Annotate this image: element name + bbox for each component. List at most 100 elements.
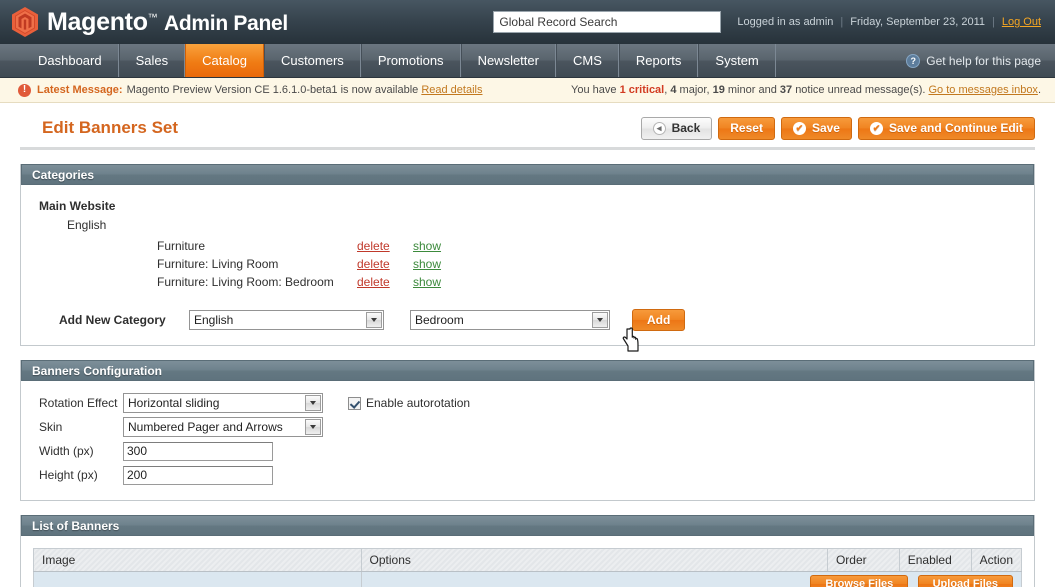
- enable-autorotation-field[interactable]: Enable autorotation: [348, 396, 470, 410]
- brand-tm: ™: [147, 12, 158, 24]
- reset-button-label: Reset: [730, 121, 763, 135]
- height-input[interactable]: [123, 465, 273, 485]
- header-divider: [20, 147, 1035, 150]
- rotation-effect-value: Horizontal sliding: [128, 396, 220, 410]
- save-button[interactable]: ✔ Save: [780, 116, 852, 140]
- category-delete-link[interactable]: delete: [357, 275, 413, 289]
- unread-messages-summary: You have 1 critical, 4 major, 19 minor a…: [571, 84, 1041, 96]
- list-of-banners-panel: List of Banners Image Options Order Enab…: [20, 515, 1035, 587]
- category-row: Furniture: Living Room: Bedroom delete s…: [39, 273, 1034, 291]
- save-and-continue-label: Save and Continue Edit: [888, 121, 1023, 135]
- page-title: Edit Banners Set: [42, 118, 179, 137]
- nav-item-sales[interactable]: Sales: [118, 44, 186, 77]
- category-show-link[interactable]: show: [413, 239, 441, 253]
- category-delete-link[interactable]: delete: [357, 257, 413, 271]
- category-select-value: Bedroom: [415, 313, 464, 327]
- nav-item-promotions[interactable]: Promotions: [360, 44, 461, 77]
- nav-item-newsletter[interactable]: Newsletter: [460, 44, 556, 77]
- check-icon: ✔: [792, 121, 806, 135]
- brand-title: Magento™ Admin Panel: [47, 8, 288, 37]
- banners-configuration-panel: Banners Configuration Rotation Effect Ho…: [20, 360, 1035, 501]
- column-header-image[interactable]: Image: [33, 548, 362, 572]
- latest-message-text: Magento Preview Version CE 1.6.1.0-beta1…: [126, 84, 419, 96]
- category-show-link[interactable]: show: [413, 257, 441, 271]
- categories-panel-body: Main Website English Furniture delete sh…: [21, 185, 1034, 345]
- language-select-value: English: [194, 313, 234, 327]
- nav-item-dashboard[interactable]: Dashboard: [22, 44, 119, 77]
- column-header-enabled[interactable]: Enabled: [899, 548, 972, 572]
- categories-panel: Categories Main Website English Furnitur…: [20, 164, 1035, 346]
- nav-item-cms[interactable]: CMS: [555, 44, 619, 77]
- current-date: Friday, September 23, 2011: [850, 16, 985, 28]
- question-mark-icon: ?: [906, 53, 921, 68]
- header-separator-1: |: [840, 16, 844, 28]
- page-header-row: Edit Banners Set ◂ Back Reset ✔ Save ✔ S…: [20, 103, 1035, 147]
- messages-inbox-link[interactable]: Go to messages inbox: [928, 84, 1037, 96]
- latest-message-bar: ! Latest Message: Magento Preview Versio…: [0, 78, 1055, 103]
- latest-message-label: Latest Message:: [37, 84, 123, 96]
- read-details-link[interactable]: Read details: [421, 84, 482, 96]
- category-row: Furniture: Living Room delete show: [39, 255, 1034, 273]
- get-help-link[interactable]: ? Get help for this page: [906, 44, 1055, 77]
- main-navigation: Dashboard Sales Catalog Customers Promot…: [0, 44, 1055, 78]
- enable-autorotation-label: Enable autorotation: [366, 396, 471, 410]
- skin-label: Skin: [39, 420, 63, 434]
- category-delete-link[interactable]: delete: [357, 239, 413, 253]
- browse-files-button[interactable]: Browse Files: [810, 575, 909, 587]
- save-and-continue-button[interactable]: ✔ Save and Continue Edit: [857, 116, 1035, 140]
- height-row: Height (px): [21, 464, 1034, 486]
- magento-logo-icon: [12, 7, 38, 37]
- rotation-effect-select[interactable]: Horizontal sliding: [123, 393, 323, 413]
- nav-item-customers[interactable]: Customers: [263, 44, 361, 77]
- nav-item-system[interactable]: System: [698, 44, 776, 77]
- category-tree: Main Website English Furniture delete sh…: [21, 185, 1034, 297]
- table-header-row: Image Options Order Enabled Action: [33, 548, 1022, 572]
- page-content: Edit Banners Set ◂ Back Reset ✔ Save ✔ S…: [0, 103, 1055, 587]
- column-header-action[interactable]: Action: [971, 548, 1022, 572]
- major-count: 4: [670, 84, 677, 96]
- category-name: Furniture: [157, 239, 206, 253]
- category-name: Furniture: Living Room: Bedroom: [157, 275, 334, 289]
- logout-link[interactable]: Log Out: [1002, 16, 1041, 28]
- nav-item-catalog[interactable]: Catalog: [185, 44, 264, 77]
- add-new-category-row: Add New Category English Bedroom Add: [21, 297, 1034, 345]
- enable-autorotation-checkbox[interactable]: [348, 396, 361, 410]
- save-button-label: Save: [811, 121, 840, 135]
- minor-word: minor and: [727, 84, 777, 96]
- add-category-label: Add: [647, 313, 671, 327]
- column-header-order[interactable]: Order: [827, 548, 900, 572]
- width-input[interactable]: [123, 441, 273, 461]
- category-select[interactable]: Bedroom: [410, 310, 610, 330]
- check-icon: ✔: [869, 121, 883, 135]
- global-search-input[interactable]: [493, 11, 722, 33]
- table-row: Browse Files Upload Files: [33, 571, 1022, 587]
- chevron-down-icon: [305, 419, 321, 435]
- add-new-category-label: Add New Category: [59, 313, 166, 327]
- upload-files-button[interactable]: Upload Files: [917, 575, 1013, 587]
- notice-word: notice unread message(s).: [795, 84, 926, 96]
- skin-select[interactable]: Numbered Pager and Arrows: [123, 417, 323, 437]
- rotation-effect-row: Rotation Effect Horizontal sliding Enabl…: [21, 392, 1034, 414]
- width-row: Width (px): [21, 440, 1034, 462]
- upload-files-label: Upload Files: [932, 578, 998, 587]
- minor-count: 19: [712, 84, 725, 96]
- logged-in-label: Logged in as admin: [737, 16, 834, 28]
- brand-logo[interactable]: Magento™ Admin Panel: [0, 7, 288, 37]
- back-button[interactable]: ◂ Back: [640, 116, 713, 140]
- add-category-button[interactable]: Add: [632, 309, 686, 331]
- website-label: Main Website: [39, 199, 116, 213]
- column-header-options[interactable]: Options: [361, 548, 828, 572]
- brand-suffix: Admin Panel: [164, 11, 288, 35]
- category-name: Furniture: Living Room: [157, 257, 279, 271]
- width-label: Width (px): [39, 444, 94, 458]
- banners-table: Image Options Order Enabled Action Brows…: [33, 548, 1022, 587]
- upload-actions-cell: Browse Files Upload Files: [361, 571, 1022, 587]
- header-separator-2: |: [992, 16, 995, 28]
- category-show-link[interactable]: show: [413, 275, 441, 289]
- language-select[interactable]: English: [189, 310, 384, 330]
- nav-item-reports[interactable]: Reports: [618, 44, 699, 77]
- brand-name: Magento: [47, 7, 148, 36]
- browse-files-label: Browse Files: [825, 578, 894, 587]
- reset-button[interactable]: Reset: [718, 116, 775, 140]
- alert-icon: !: [18, 83, 31, 97]
